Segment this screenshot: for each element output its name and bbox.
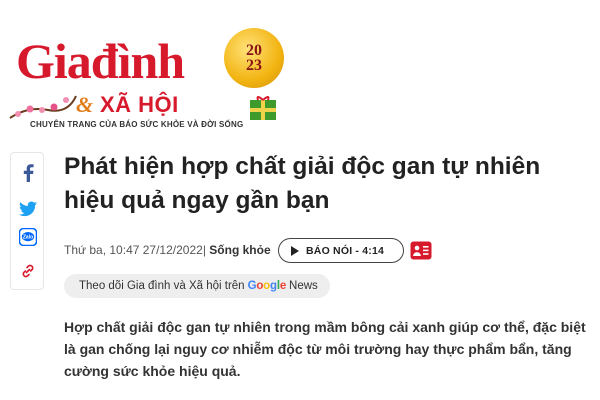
twitter-icon	[19, 201, 37, 217]
year-badge: 20 23	[224, 28, 284, 88]
article-datetime: Thứ ba, 10:47 27/12/2022	[64, 243, 203, 257]
meta-separator: |	[202, 243, 206, 257]
follow-news-label: News	[289, 280, 318, 292]
zalo-share-button[interactable]: Zalo	[18, 227, 38, 247]
audio-label: BÁO NÓI - 4:14	[306, 244, 385, 257]
year-badge-top: 20	[246, 41, 262, 59]
social-share-bar: Zalo	[10, 152, 44, 290]
banh-chung-gift-icon	[250, 96, 276, 120]
article-meta: Thứ ba, 10:47 27/12/2022| Sống khỏe	[64, 243, 271, 257]
logo-tagline: CHUYÊN TRANG CỦA BÁO SỨC KHỎE VÀ ĐỜI SỐN…	[30, 120, 244, 129]
article-category-link[interactable]: Sống khỏe	[209, 243, 270, 257]
follow-prefix: Theo dõi Gia đình và Xã hội trên	[79, 280, 245, 292]
facebook-icon	[23, 164, 34, 182]
logo-ampersand: &	[76, 92, 94, 117]
audio-list-icon[interactable]	[410, 241, 432, 260]
blossom-decoration-icon	[9, 95, 77, 119]
logo-wordmark: Giađình	[16, 33, 185, 89]
logo-subtitle: XÃ HỘI	[100, 92, 179, 117]
article-summary: Hợp chất giải độc gan tự nhiên trong mầm…	[64, 319, 586, 379]
link-icon	[22, 264, 34, 278]
google-news-follow-button[interactable]: Theo dõi Gia đình và Xã hội trên Google …	[64, 274, 330, 298]
copy-link-button[interactable]	[18, 261, 38, 281]
twitter-share-button[interactable]	[18, 199, 38, 219]
zalo-icon: Zalo	[19, 228, 37, 246]
facebook-share-button[interactable]	[18, 163, 38, 183]
google-logo-icon: Google	[247, 280, 287, 292]
year-badge-bottom: 23	[246, 57, 262, 74]
audio-play-button[interactable]: BÁO NÓI - 4:14	[278, 238, 404, 263]
svg-text:Zalo: Zalo	[23, 235, 33, 241]
article-title: Phát hiện hợp chất giải độc gan tự nhiên…	[64, 153, 541, 214]
site-logo[interactable]: Giađình & XÃ HỘI CHUYÊN TRANG CỦA BÁO SỨ…	[8, 28, 308, 138]
play-icon	[291, 245, 299, 256]
